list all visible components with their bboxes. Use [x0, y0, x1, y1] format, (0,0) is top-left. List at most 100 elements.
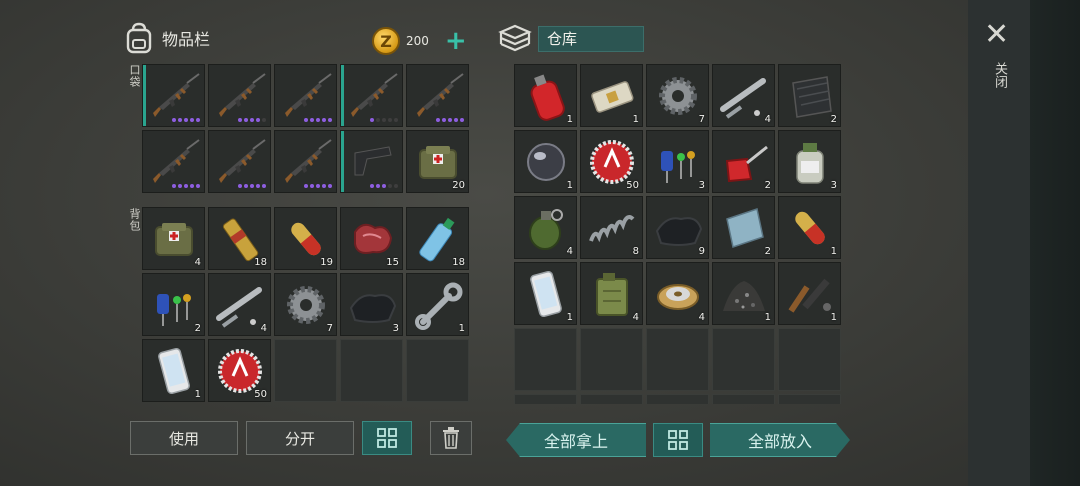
- storage-grid: 1 1 7 4 2 1 50 3 2 3 4 8 9 2 1 1 4 4 1 1: [514, 64, 841, 404]
- item-count: 15: [386, 257, 399, 268]
- inventory-slot[interactable]: [274, 64, 337, 127]
- add-coins-button[interactable]: +: [445, 28, 467, 54]
- inventory-slot[interactable]: 1: [514, 64, 577, 127]
- inventory-slot[interactable]: 18: [406, 207, 469, 270]
- empty-slot[interactable]: [646, 328, 709, 391]
- inventory-slot[interactable]: 4: [712, 64, 775, 127]
- item-count: 4: [764, 114, 771, 125]
- item-count: 50: [254, 389, 267, 400]
- sort-grid-button[interactable]: [362, 421, 412, 455]
- ak-rifle-icon: [345, 69, 400, 124]
- inventory-slot[interactable]: 2: [142, 273, 205, 336]
- backpack-label: 背包: [128, 208, 141, 232]
- inventory-slot[interactable]: 1: [580, 64, 643, 127]
- inventory-slot[interactable]: [208, 64, 271, 127]
- inventory-slot[interactable]: 2: [778, 64, 841, 127]
- inventory-slot[interactable]: [340, 130, 403, 193]
- inventory-slot[interactable]: 1: [712, 262, 775, 325]
- empty-slot[interactable]: [712, 328, 775, 391]
- empty-slot[interactable]: [778, 328, 841, 391]
- inventory-slot[interactable]: 7: [274, 273, 337, 336]
- inventory-slot[interactable]: 2: [712, 196, 775, 259]
- inventory-slot[interactable]: 1: [778, 262, 841, 325]
- put-all-button[interactable]: 全部放入: [710, 423, 850, 457]
- grid-sort-icon: [377, 428, 397, 448]
- close-icon[interactable]: ✕: [984, 20, 1009, 50]
- durability-dots: [238, 118, 266, 122]
- durability-dots: [370, 184, 398, 188]
- ak-rifle-icon: [213, 69, 268, 124]
- inventory-slot[interactable]: 20: [406, 130, 469, 193]
- ak-rifle-icon: [147, 135, 202, 190]
- empty-slot[interactable]: [514, 394, 577, 404]
- inventory-slot[interactable]: 8: [580, 196, 643, 259]
- inventory-slot[interactable]: 9: [646, 196, 709, 259]
- take-all-button[interactable]: 全部拿上: [506, 423, 646, 457]
- inventory-slot[interactable]: 19: [274, 207, 337, 270]
- empty-slot[interactable]: [406, 339, 469, 402]
- use-button[interactable]: 使用: [130, 421, 238, 455]
- empty-slot[interactable]: [274, 339, 337, 402]
- inventory-slot[interactable]: 4: [646, 262, 709, 325]
- inventory-slot[interactable]: 1: [142, 339, 205, 402]
- inventory-slot[interactable]: 50: [580, 130, 643, 193]
- inventory-slot[interactable]: 1: [514, 262, 577, 325]
- durability-dots: [436, 118, 464, 122]
- inventory-slot[interactable]: 1: [406, 273, 469, 336]
- item-count: 2: [830, 114, 837, 125]
- equipped-bar: [341, 131, 344, 192]
- inventory-slot[interactable]: 4: [580, 262, 643, 325]
- inventory-slot[interactable]: [406, 64, 469, 127]
- inventory-slot[interactable]: 1: [778, 196, 841, 259]
- empty-slot[interactable]: [712, 394, 775, 404]
- empty-slot[interactable]: [778, 394, 841, 404]
- empty-slot[interactable]: [340, 339, 403, 402]
- item-count: 4: [194, 257, 201, 268]
- inventory-slot[interactable]: 3: [778, 130, 841, 193]
- ak-rifle-icon: [411, 69, 466, 124]
- item-count: 1: [566, 180, 573, 191]
- inventory-slot[interactable]: 1: [514, 130, 577, 193]
- inventory-slot[interactable]: 50: [208, 339, 271, 402]
- pocket-label: 口袋: [128, 64, 141, 88]
- empty-slot[interactable]: [646, 394, 709, 404]
- inventory-slot[interactable]: 3: [646, 130, 709, 193]
- trash-icon: [443, 427, 459, 449]
- coin-count: 200: [406, 34, 429, 48]
- item-count: 18: [452, 257, 465, 268]
- inventory-slot[interactable]: 3: [340, 273, 403, 336]
- storage-name-field[interactable]: 仓库: [538, 26, 644, 52]
- empty-slot[interactable]: [580, 328, 643, 391]
- inventory-slot[interactable]: 18: [208, 207, 271, 270]
- item-count: 1: [566, 312, 573, 323]
- inventory-slot[interactable]: 4: [142, 207, 205, 270]
- inventory-slot[interactable]: [208, 130, 271, 193]
- ak-rifle-icon: [213, 135, 268, 190]
- item-count: 4: [698, 312, 705, 323]
- durability-dots: [370, 118, 398, 122]
- item-count: 19: [320, 257, 333, 268]
- inventory-slot[interactable]: [142, 130, 205, 193]
- ak-rifle-icon: [279, 69, 334, 124]
- item-count: 20: [452, 180, 465, 191]
- empty-slot[interactable]: [580, 394, 643, 404]
- item-count: 1: [566, 114, 573, 125]
- close-label[interactable]: 关闭: [990, 62, 1009, 88]
- inventory-slot[interactable]: 2: [712, 130, 775, 193]
- inventory-slot[interactable]: 4: [514, 196, 577, 259]
- empty-slot[interactable]: [514, 328, 577, 391]
- inventory-slot[interactable]: 7: [646, 64, 709, 127]
- trash-button[interactable]: [430, 421, 472, 455]
- grid-sort-icon: [668, 430, 688, 450]
- inventory-slot[interactable]: 4: [208, 273, 271, 336]
- storage-sort-button[interactable]: [653, 423, 703, 457]
- inventory-slot[interactable]: 15: [340, 207, 403, 270]
- durability-dots: [172, 184, 200, 188]
- inventory-slot[interactable]: [340, 64, 403, 127]
- durability-dots: [172, 118, 200, 122]
- split-button[interactable]: 分开: [246, 421, 354, 455]
- inventory-slot[interactable]: [142, 64, 205, 127]
- item-count: 3: [392, 323, 399, 334]
- item-count: 2: [764, 246, 771, 257]
- inventory-slot[interactable]: [274, 130, 337, 193]
